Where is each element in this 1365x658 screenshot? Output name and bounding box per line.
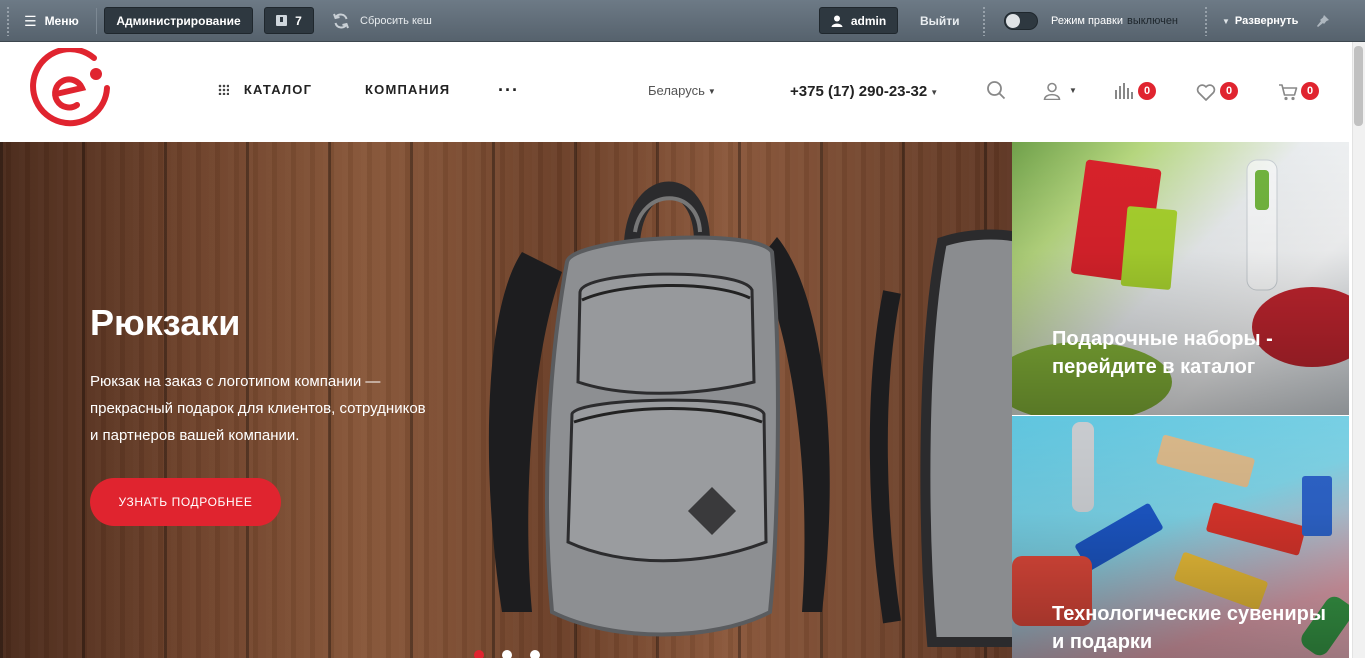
slider-pagination xyxy=(474,650,540,658)
nav-company-label: КОМПАНИЯ xyxy=(365,82,451,97)
refresh-icon xyxy=(333,13,349,29)
pin-button[interactable] xyxy=(1316,0,1330,42)
toggle-knob xyxy=(1006,14,1020,28)
pin-icon xyxy=(1317,15,1329,27)
administration-button[interactable]: Администрирование xyxy=(104,7,253,34)
admin-divider xyxy=(96,8,97,34)
admin-menu-label: Меню xyxy=(44,14,79,28)
hero-slider[interactable]: Рюкзаки Рюкзак на заказ с логотипом комп… xyxy=(0,142,1012,658)
hero-title: Рюкзаки xyxy=(90,302,241,343)
caret-down-icon: ▼ xyxy=(707,87,716,97)
admin-menu-button[interactable]: ☰ Меню xyxy=(24,0,79,42)
region-selector[interactable]: Беларусь ▼ xyxy=(648,83,716,98)
favorites-count-badge: 0 xyxy=(1220,82,1238,100)
nav-catalog-label: КАТАЛОГ xyxy=(243,82,313,97)
backpack-image xyxy=(488,181,1012,647)
edit-mode-toggle[interactable] xyxy=(1004,12,1038,30)
nav-catalog[interactable]: КАТАЛОГ xyxy=(218,82,312,97)
notification-icon xyxy=(276,15,288,26)
banner-gift-sets[interactable]: Подарочные наборы - перейдите в каталог xyxy=(1012,142,1349,415)
slider-dot[interactable] xyxy=(502,650,512,658)
phone-dropdown[interactable]: +375 (17) 290-23-32 ▼ xyxy=(790,83,938,100)
nav-company[interactable]: КОМПАНИЯ xyxy=(365,82,450,97)
banner-title: Подарочные наборы - перейдите в каталог xyxy=(1052,328,1273,378)
edit-mode-state: выключен xyxy=(1126,15,1179,27)
notifications-count: 7 xyxy=(295,13,302,28)
learn-more-label: УЗНАТЬ ПОДРОБНЕЕ xyxy=(118,495,253,509)
expand-button[interactable]: ▼ Развернуть xyxy=(1222,0,1298,42)
learn-more-button[interactable]: УЗНАТЬ ПОДРОБНЕЕ xyxy=(90,478,281,526)
logout-button[interactable]: Выйти xyxy=(920,0,960,42)
edit-mode-status: Режим правки выключен xyxy=(1051,0,1178,42)
clear-cache-label: Сбросить кеш xyxy=(360,15,432,27)
cart-icon xyxy=(1279,84,1298,101)
admin-panel-grip xyxy=(1204,6,1208,36)
compare-count-badge: 0 xyxy=(1138,82,1156,100)
nav-more-button[interactable]: ··· xyxy=(498,80,519,101)
bar-chart-icon xyxy=(1115,83,1133,99)
hamburger-icon: ☰ xyxy=(24,12,37,29)
caret-down-icon: ▼ xyxy=(1069,86,1077,95)
brand-logo[interactable] xyxy=(30,48,114,132)
region-label: Беларусь xyxy=(648,83,705,98)
grid-icon xyxy=(218,84,229,95)
user-icon xyxy=(831,15,843,27)
scrollbar-thumb[interactable] xyxy=(1354,46,1363,126)
search-icon[interactable] xyxy=(986,80,1006,100)
phone-number: +375 (17) 290-23-32 xyxy=(790,83,928,100)
slider-dot[interactable] xyxy=(530,650,540,658)
page-scrollbar[interactable] xyxy=(1352,42,1365,658)
admin-panel-grip xyxy=(982,6,986,36)
banner-tech-souvenirs[interactable]: Технологические сувениры и подарки xyxy=(1012,416,1349,658)
caret-down-icon: ▼ xyxy=(930,87,939,97)
admin-panel-grip[interactable] xyxy=(6,6,10,36)
account-button[interactable]: ▼ xyxy=(1043,82,1077,105)
banner-title: Технологические сувениры и подарки xyxy=(1052,603,1326,653)
hero-description: Рюкзак на заказ с логотипом компании — п… xyxy=(90,373,426,444)
logout-label: Выйти xyxy=(920,14,960,28)
slider-dot[interactable] xyxy=(474,650,484,658)
edit-mode-label: Режим правки xyxy=(1051,15,1123,27)
admin-user-label: admin xyxy=(850,13,887,28)
notifications-button[interactable]: 7 xyxy=(264,7,314,34)
admin-panel: ☰ Меню Администрирование 7 Сбросить кеш … xyxy=(0,0,1365,42)
clear-cache-button[interactable]: Сбросить кеш xyxy=(332,0,432,42)
heart-icon xyxy=(1196,84,1216,101)
admin-user-button[interactable]: admin xyxy=(819,7,898,34)
cart-count-badge: 0 xyxy=(1301,82,1319,100)
site-header: КАТАЛОГ КОМПАНИЯ ··· Беларусь ▼ +375 (17)… xyxy=(0,42,1352,142)
administration-label: Администрирование xyxy=(116,13,241,28)
expand-label: Развернуть xyxy=(1234,15,1299,27)
user-icon xyxy=(1043,82,1061,101)
chevron-down-icon: ▼ xyxy=(1222,16,1230,26)
